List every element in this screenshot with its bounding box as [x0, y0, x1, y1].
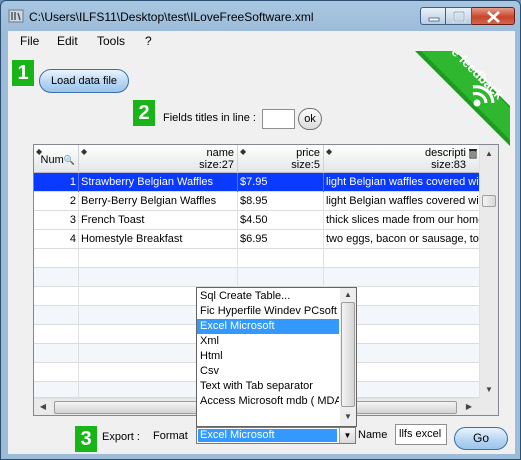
- dropdown-scroll-thumb[interactable]: [341, 302, 355, 407]
- format-option[interactable]: Html: [197, 349, 339, 364]
- ok-button[interactable]: ok: [298, 108, 322, 130]
- cell-name: Homestyle Breakfast: [79, 230, 238, 249]
- cell-price: $6.95: [238, 230, 324, 249]
- scroll-down-icon[interactable]: ▼: [340, 412, 356, 421]
- menu-bar: File Edit Tools ?: [8, 31, 515, 51]
- column-title: Num: [40, 154, 64, 166]
- column-header-num[interactable]: ◆ Num🔍: [34, 145, 79, 173]
- table-row[interactable]: 2 Berry-Berry Belgian Waffles $8.95 ligh…: [34, 192, 479, 211]
- step-1-badge: 1: [12, 60, 34, 86]
- load-data-file-button[interactable]: Load data file: [39, 69, 129, 93]
- export-label: Export :: [102, 431, 140, 443]
- app-icon: [8, 9, 24, 23]
- export-name-input[interactable]: llfs excel: [395, 424, 447, 445]
- format-label: Format: [153, 430, 188, 442]
- close-icon: [487, 11, 500, 23]
- column-title: price: [296, 147, 320, 159]
- menu-tools[interactable]: Tools: [97, 34, 125, 48]
- empty-row: [34, 249, 479, 268]
- format-option[interactable]: Fic Hyperfile Windev PCsoft: [197, 304, 339, 319]
- window-bottom-frame: [1, 454, 520, 459]
- cell-name: Strawberry Belgian Waffles: [79, 173, 238, 192]
- scroll-right-icon[interactable]: ▶: [463, 402, 475, 411]
- fields-titles-input[interactable]: [262, 109, 295, 129]
- format-option[interactable]: Access Microsoft mdb ( MDA: [197, 394, 339, 409]
- close-button[interactable]: [472, 7, 515, 25]
- table-row[interactable]: 1 Strawberry Belgian Waffles $7.95 light…: [34, 173, 479, 192]
- minimize-icon: [428, 17, 440, 22]
- scroll-up-icon[interactable]: ▲: [340, 290, 356, 299]
- cell-description: two eggs, bacon or sausage, toa: [326, 233, 479, 245]
- column-header-name[interactable]: ◆ name size:27: [79, 145, 238, 173]
- column-size: size:5: [291, 159, 320, 171]
- format-option[interactable]: Xml: [197, 334, 339, 349]
- scrollbar-corner: [479, 398, 498, 415]
- app-window: C:\Users\ILFS11\Desktop\test\ILoveFreeSo…: [0, 0, 521, 460]
- scroll-up-icon[interactable]: ▲: [480, 149, 498, 158]
- dropdown-scrollbar[interactable]: ▲ ▼: [340, 288, 356, 426]
- column-size: size:83: [431, 159, 466, 171]
- cell-num: 1: [34, 173, 79, 192]
- format-select-value: Excel Microsoft: [198, 429, 337, 442]
- column-title: name: [206, 147, 234, 159]
- go-button[interactable]: Go: [454, 427, 508, 450]
- menu-edit[interactable]: Edit: [57, 34, 78, 48]
- scroll-left-icon[interactable]: ◀: [37, 402, 49, 411]
- give-feedback-badge[interactable]: Give feedback: [415, 51, 510, 146]
- cell-description: light Belgian waffles covered wit: [326, 176, 479, 188]
- pin-icon: ◆: [81, 147, 88, 156]
- step-2-badge: 2: [133, 100, 155, 126]
- cell-price: $4.50: [238, 211, 324, 230]
- format-option-selected[interactable]: Excel Microsoft: [197, 319, 339, 334]
- minimize-button[interactable]: [420, 7, 446, 25]
- cell-description: light Belgian waffles covered wit: [326, 195, 479, 207]
- cell-num: 4: [34, 230, 79, 249]
- cell-price: $8.95: [238, 192, 324, 211]
- format-dropdown-list[interactable]: Sql Create Table... Fic Hyperfile Windev…: [196, 287, 357, 427]
- chevron-down-icon[interactable]: ▼: [339, 428, 355, 443]
- cell-num: 2: [34, 192, 79, 211]
- cell-price: $7.95: [238, 173, 324, 192]
- maximize-icon: [452, 10, 466, 23]
- cell-num: 3: [34, 211, 79, 230]
- window-title: C:\Users\ILFS11\Desktop\test\ILoveFreeSo…: [29, 10, 314, 24]
- menu-file[interactable]: File: [20, 34, 39, 48]
- column-title: descripti: [425, 147, 466, 159]
- table-row[interactable]: 4 Homestyle Breakfast $6.95 two eggs, ba…: [34, 230, 479, 249]
- vertical-scrollbar[interactable]: ▲ ▼: [479, 145, 498, 398]
- title-bar[interactable]: C:\Users\ILFS11\Desktop\test\ILoveFreeSo…: [1, 1, 520, 31]
- format-option[interactable]: Csv: [197, 364, 339, 379]
- name-label: Name: [358, 429, 388, 441]
- cell-name: French Toast: [79, 211, 238, 230]
- vertical-scroll-thumb[interactable]: [482, 195, 496, 207]
- pin-icon: ◆: [240, 147, 247, 156]
- scroll-down-icon[interactable]: ▼: [480, 385, 498, 394]
- table-row[interactable]: 3 French Toast $4.50 thick slices made f…: [34, 211, 479, 230]
- column-size: size:27: [199, 159, 234, 171]
- format-option[interactable]: Sql Create Table...: [197, 289, 339, 304]
- client-area: File Edit Tools ? 1 Load data file 2 Fie…: [8, 31, 515, 454]
- column-header-price[interactable]: ◆ price size:5: [238, 145, 324, 173]
- fields-titles-label: Fields titles in line :: [163, 112, 256, 124]
- format-option[interactable]: Text with Tab separator: [197, 379, 339, 394]
- step-3-badge: 3: [75, 426, 97, 452]
- cell-name: Berry-Berry Belgian Waffles: [79, 192, 238, 211]
- menu-help[interactable]: ?: [145, 34, 152, 48]
- pin-icon: ◆: [326, 147, 333, 156]
- column-header-description[interactable]: ◆ descripti size:83: [324, 145, 479, 173]
- cell-description: thick slices made from our home: [326, 214, 479, 226]
- search-icon[interactable]: 🔍: [64, 155, 75, 165]
- pin-icon: ◆: [36, 147, 43, 156]
- format-select[interactable]: Excel Microsoft ▼: [196, 427, 356, 444]
- trash-icon[interactable]: [468, 147, 478, 159]
- maximize-button[interactable]: [446, 7, 472, 25]
- empty-row: [34, 268, 479, 287]
- grid-header: ◆ Num🔍 ◆ name size:27 ◆ price size:5 ◆ d…: [34, 145, 479, 173]
